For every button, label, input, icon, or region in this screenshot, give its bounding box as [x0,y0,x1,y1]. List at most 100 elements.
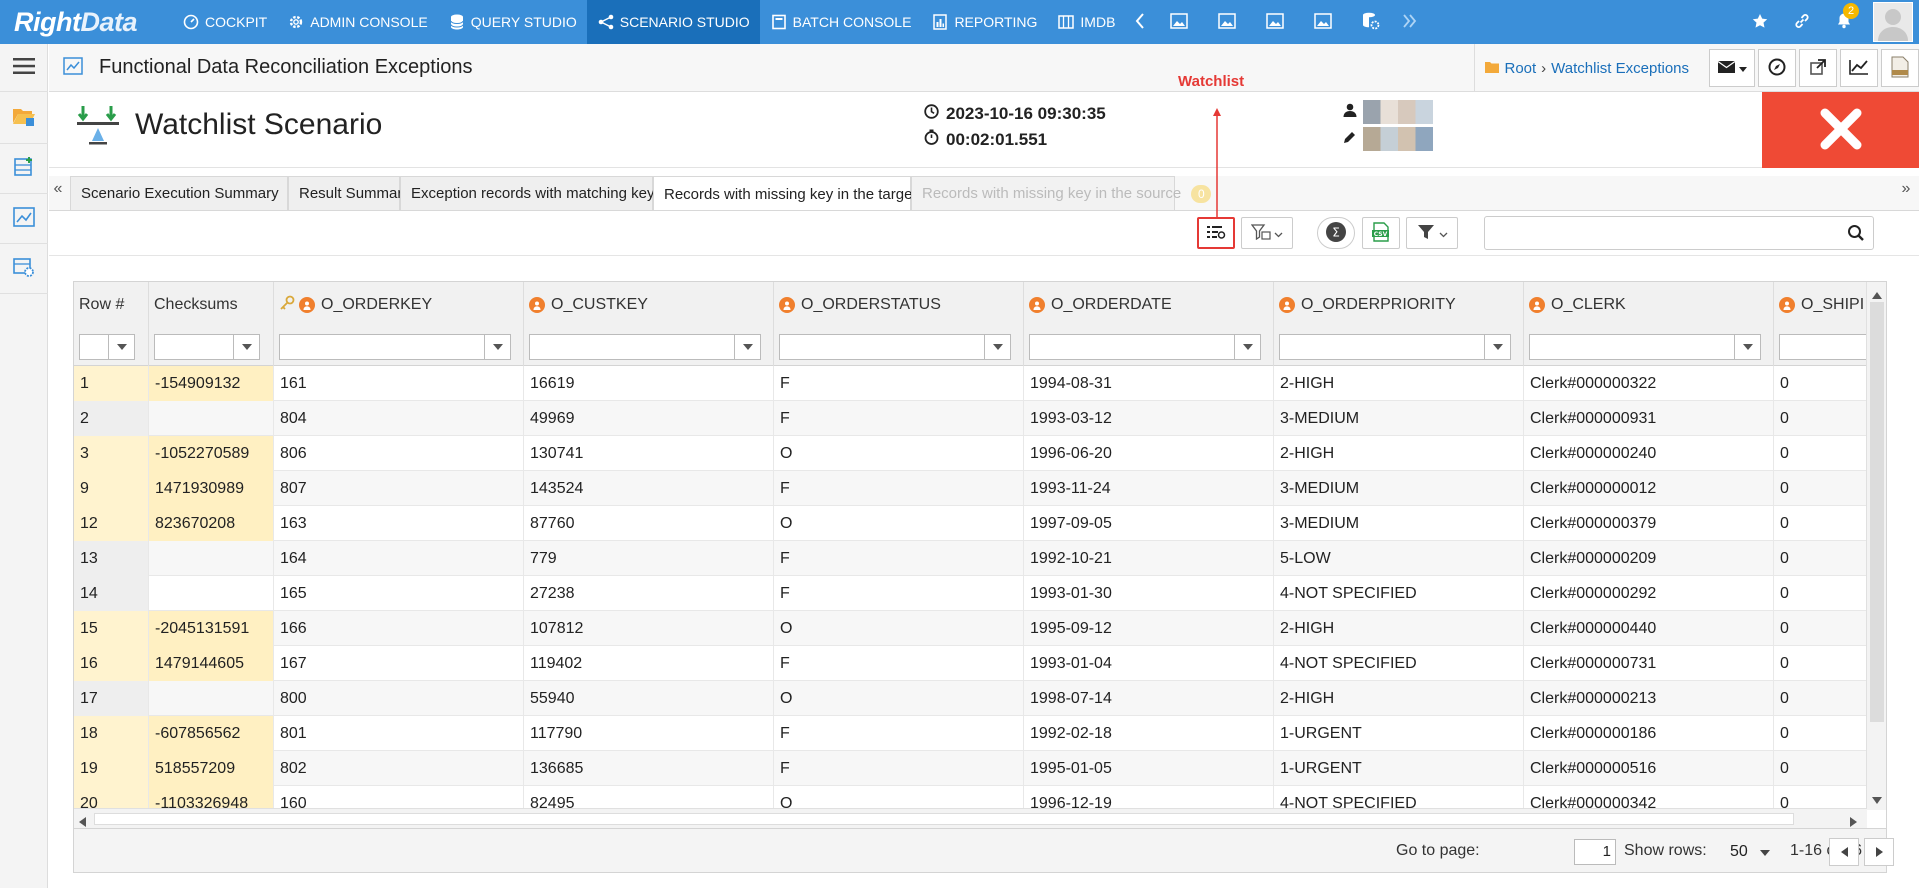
nav-image-shortcut-1[interactable] [1155,0,1203,44]
nav-admin-console[interactable]: ADMIN CONSOLE [277,0,437,44]
column-filter-input[interactable] [154,334,234,360]
table-row[interactable]: 16 1479144605 167 119402 F 1993-01-04 4-NOT SP… [74,646,1867,681]
link-button[interactable] [1781,0,1823,44]
tab-scenario-execution-summary[interactable]: Scenario Execution Summary [70,176,288,210]
table-row[interactable]: 20 -1103326948 160 82495 O 1996-12-19 4-NOT SP… [74,786,1867,810]
nav-image-shortcut-2[interactable] [1203,0,1251,44]
nav-scroll-left-button[interactable] [1125,0,1155,44]
chevron-down-icon[interactable] [109,334,135,360]
horizontal-scroll-thumb[interactable] [94,813,1794,825]
tabs-scroll-left-icon[interactable]: « [49,180,67,198]
column-filter-input[interactable] [1779,334,1867,360]
external-link-button[interactable] [1799,49,1837,87]
column-header-orderkey[interactable]: O_ORDERKEY [274,282,524,328]
trend-chart-button[interactable] [1840,49,1878,87]
breadcrumb-root-link[interactable]: Root [1504,60,1536,77]
tabs-scroll-right-icon[interactable]: » [1897,180,1915,198]
email-menu-button[interactable] [1709,49,1755,87]
user-avatar[interactable] [1873,2,1913,42]
column-filter-input[interactable] [1029,334,1235,360]
nav-query-studio[interactable]: QUERY STUDIO [438,0,587,44]
close-scenario-button[interactable] [1762,92,1919,168]
batch-icon [770,13,788,31]
table-row[interactable]: 12 823670208 163 87760 O 1997-09-05 3-MEDIUM Cl… [74,506,1867,541]
nav-database-settings[interactable] [1347,0,1395,44]
rail-chart-button[interactable] [0,194,48,244]
breadcrumb-current[interactable]: Watchlist Exceptions [1551,60,1689,77]
nav-image-shortcut-3[interactable] [1251,0,1299,44]
table-row[interactable]: 18 -607856562 801 117790 F 1992-02-18 1-URGENT… [74,716,1867,751]
nav-cockpit[interactable]: COCKPIT [172,0,277,44]
nav-batch-console[interactable]: BATCH CONSOLE [760,0,922,44]
table-row[interactable]: 14 165 27238 F 1993-01-30 4-NOT SPECIFIED Cler… [74,576,1867,611]
column-header-clerk[interactable]: O_CLERK [1524,282,1774,328]
filter-menu-button[interactable] [1406,217,1458,249]
show-rows-select[interactable]: 50 [1724,839,1780,865]
scroll-up-icon[interactable] [1872,286,1882,302]
scroll-down-icon[interactable] [1872,791,1882,807]
horizontal-scrollbar[interactable] [74,808,1867,828]
table-row[interactable]: 2 804 49969 F 1993-03-12 3-MEDIUM Clerk#000000… [74,401,1867,436]
chevron-down-icon[interactable] [735,334,761,360]
table-row[interactable]: 1 -154909132 161 16619 F 1994-08-31 2-HIGH Cler… [74,366,1867,401]
menu-toggle-button[interactable] [0,44,48,92]
column-header-orderdate[interactable]: O_ORDERDATE [1024,282,1274,328]
chevron-down-icon[interactable] [234,334,260,360]
chevron-down-icon[interactable] [485,334,511,360]
nav-imdb[interactable]: IMDB [1047,0,1125,44]
vertical-scrollbar[interactable] [1866,282,1886,810]
chevron-down-icon[interactable] [985,334,1011,360]
column-header-checksums[interactable]: Checksums [149,282,274,328]
column-header-custkey[interactable]: O_CUSTKEY [524,282,774,328]
table-row[interactable]: 9 1471930989 807 143524 F 1993-11-24 3-MEDIUM C… [74,471,1867,506]
json-export-button[interactable] [1881,49,1919,87]
rightdata-logo[interactable]: Right Data [0,0,172,44]
vertical-scroll-thumb[interactable] [1870,302,1884,722]
watchlist-icon [1206,224,1226,243]
column-header-orderstatus[interactable]: O_ORDERSTATUS [774,282,1024,328]
nav-reporting[interactable]: REPORTING [921,0,1047,44]
favorites-button[interactable] [1739,0,1781,44]
tab-result-summary[interactable]: Result Summary [288,176,410,210]
search-icon[interactable] [1847,224,1865,245]
rail-settings-grid-button[interactable] [0,244,48,294]
table-row[interactable]: 3 -1052270589 806 130741 O 1996-06-20 2-HIGH Cl… [74,436,1867,471]
nav-image-shortcut-4[interactable] [1299,0,1347,44]
table-row[interactable]: 13 164 779 F 1992-10-21 5-LOW Clerk#000000209 0 [74,541,1867,576]
column-filter-menu-button[interactable] [1241,217,1293,249]
nav-label: REPORTING [954,14,1038,30]
table-row[interactable]: 19 518557209 802 136685 F 1995-01-05 1-URGENT C… [74,751,1867,786]
tab-exception-matching-keys[interactable]: Exception records with matching keys 9 [400,176,692,210]
prev-page-button[interactable] [1829,838,1859,866]
column-filter-input[interactable] [279,334,485,360]
watchlist-button[interactable] [1197,217,1235,249]
rail-open-folder-button[interactable] [0,92,48,144]
chevron-down-icon[interactable] [1735,334,1761,360]
column-filter-input[interactable] [529,334,735,360]
rail-add-grid-button[interactable] [0,144,48,194]
column-filter-input[interactable] [779,334,985,360]
csv-export-button[interactable]: CSV [1362,217,1400,249]
compass-button[interactable] [1758,49,1796,87]
scroll-left-icon[interactable] [79,814,86,828]
summary-stats-button[interactable]: Σ [1317,217,1355,249]
table-row[interactable]: 17 800 55940 O 1998-07-14 2-HIGH Clerk#0000002… [74,681,1867,716]
chevron-down-icon[interactable] [1485,334,1511,360]
table-row[interactable]: 15 -2045131591 166 107812 O 1995-09-12 2-HIGH C… [74,611,1867,646]
tab-missing-key-target[interactable]: Records with missing key in the target 1… [653,176,947,211]
column-filter-input[interactable] [1279,334,1485,360]
column-header-orderpriority[interactable]: O_ORDERPRIORITY [1274,282,1524,328]
nav-scenario-studio[interactable]: SCENARIO STUDIO [586,0,760,44]
chevron-down-icon[interactable] [1235,334,1261,360]
goto-page-input[interactable]: 1 [1574,839,1616,865]
notifications-button[interactable]: 2 [1823,0,1865,44]
column-header-shippriority[interactable]: O_SHIPI [1774,282,1867,328]
grid-search-input[interactable] [1491,217,1831,247]
cell-orderpriority: 2-HIGH [1274,681,1524,716]
column-header-row-number[interactable]: Row # [74,282,149,328]
nav-scroll-right-button[interactable] [1395,0,1425,44]
column-filter-input[interactable] [1529,334,1735,360]
column-filter-input[interactable] [79,334,109,360]
next-page-button[interactable] [1864,838,1894,866]
scroll-right-icon[interactable] [1850,814,1857,828]
